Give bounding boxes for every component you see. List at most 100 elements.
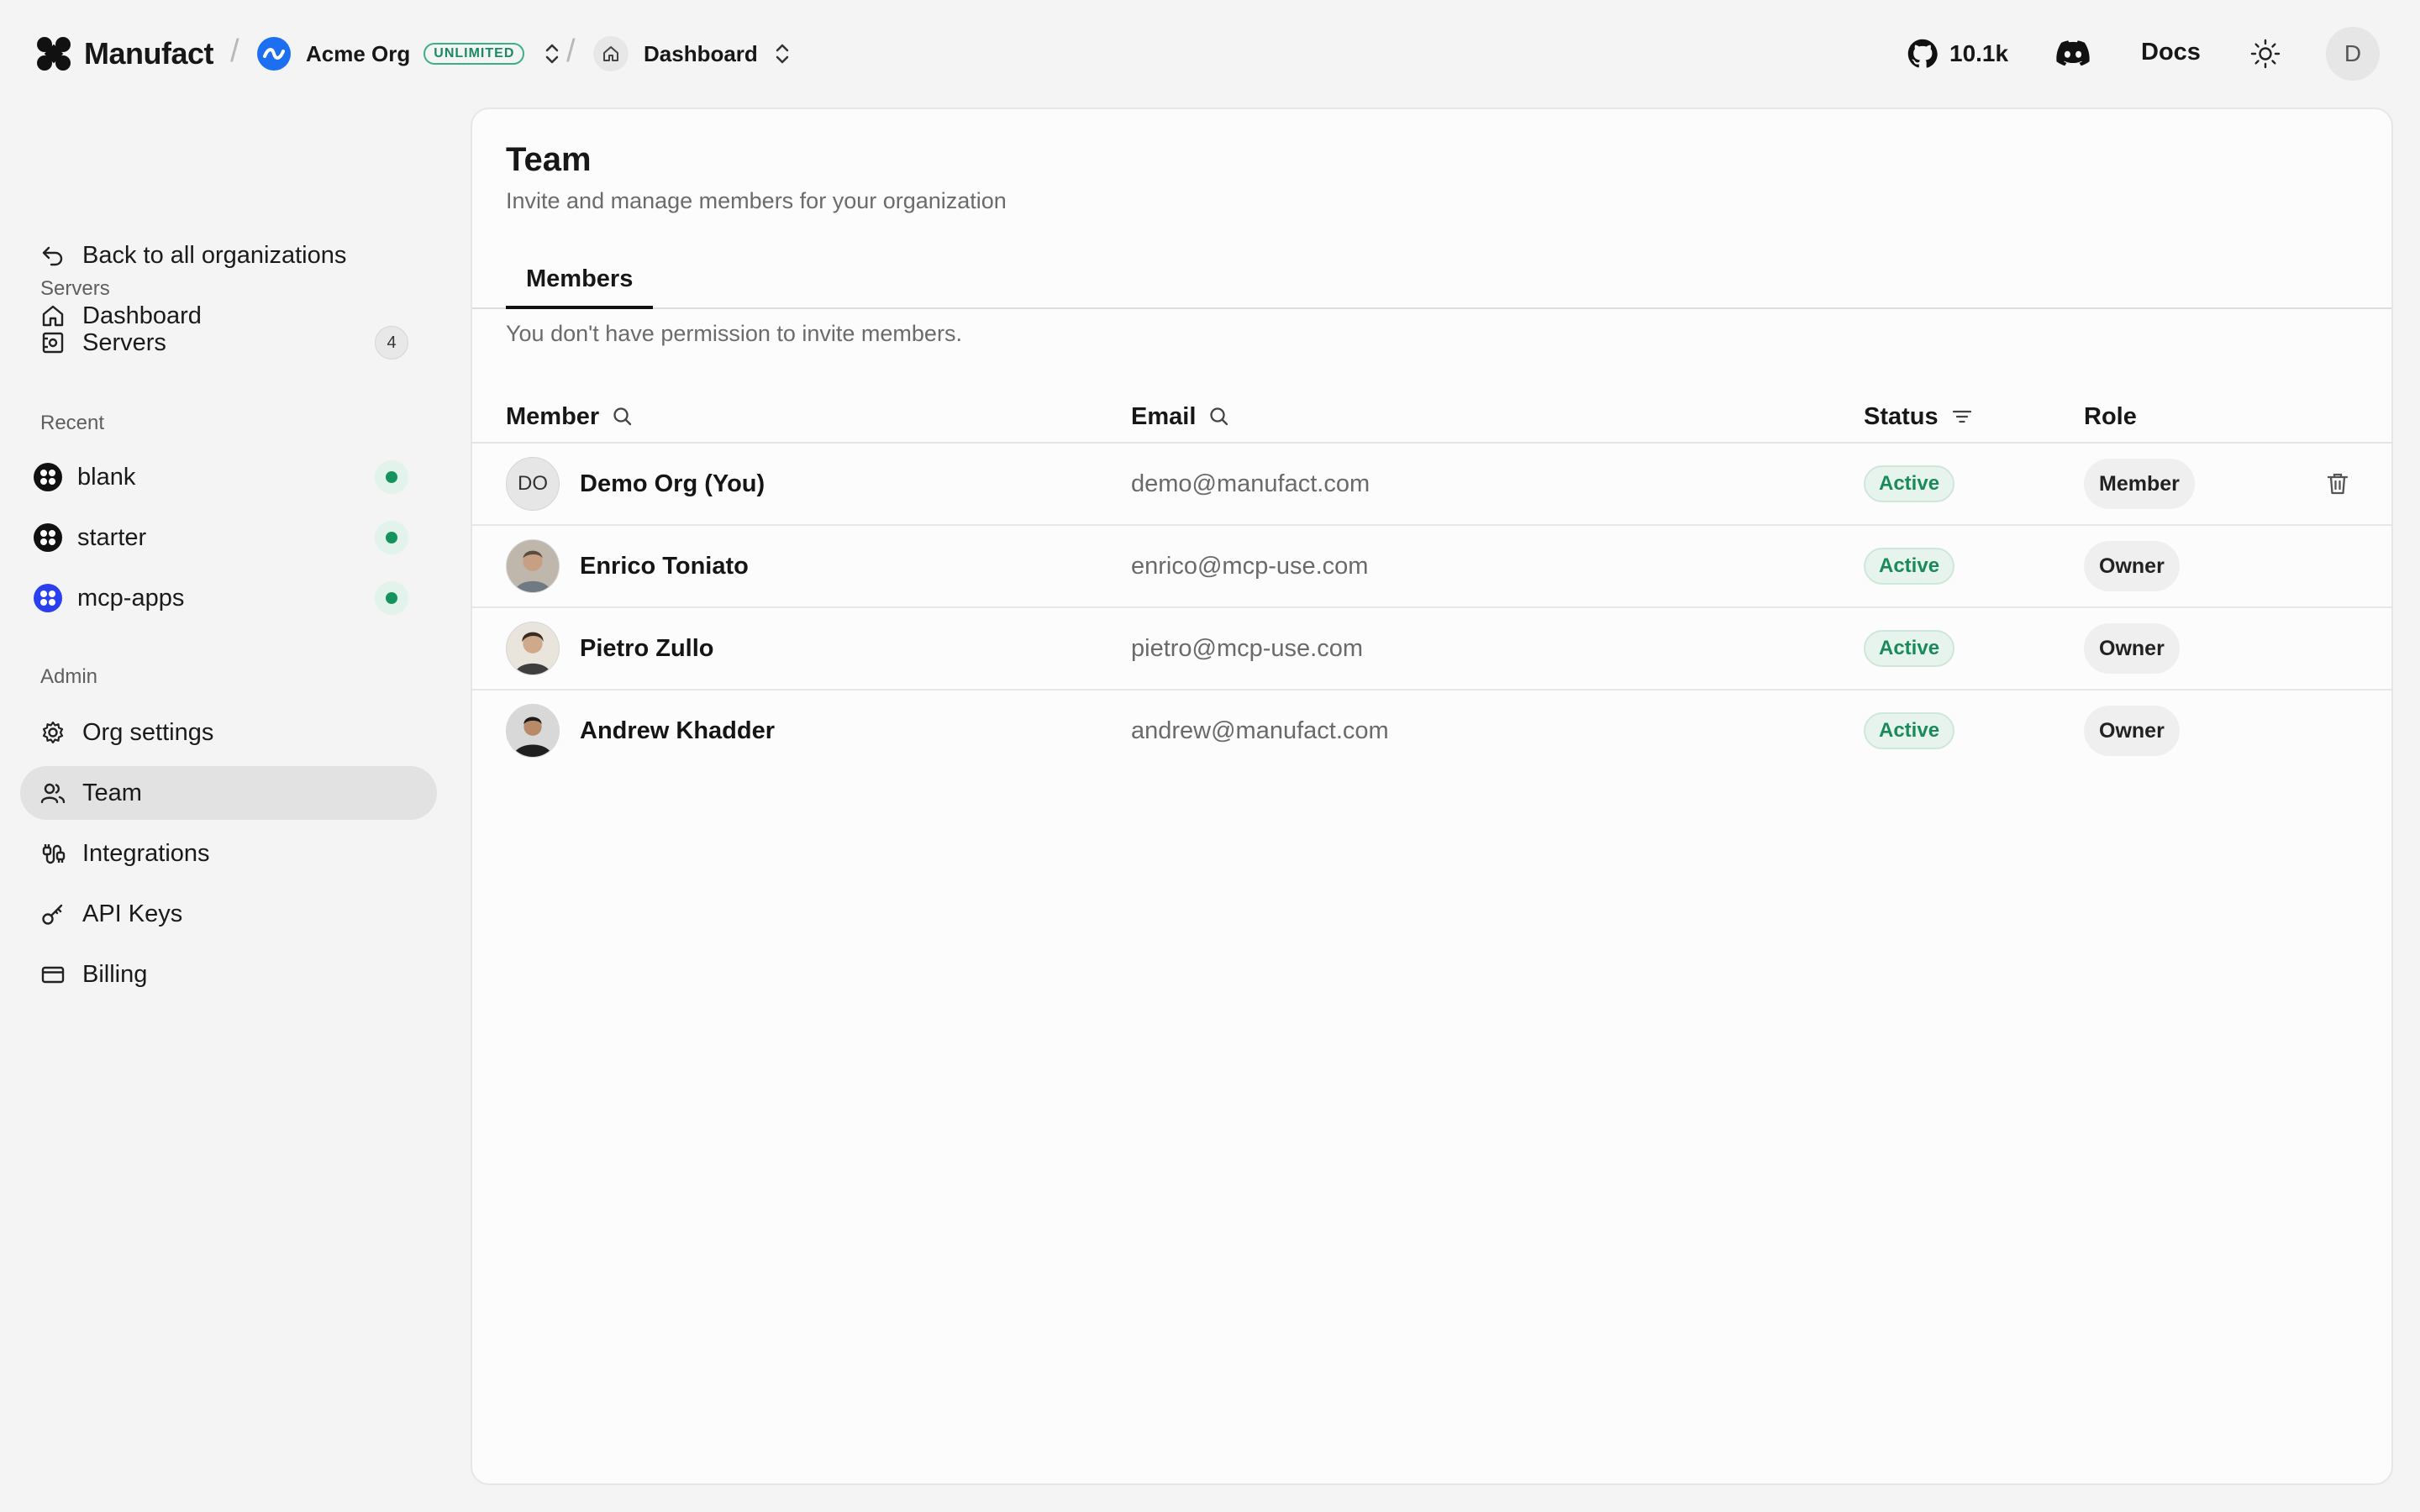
member-cell: Enrico Toniato bbox=[506, 526, 749, 606]
filter-icon[interactable] bbox=[1950, 405, 1974, 428]
tab-bar: Members bbox=[472, 252, 2391, 309]
page-subtitle: Invite and manage members for your organ… bbox=[506, 188, 1007, 213]
project-logo-icon bbox=[34, 523, 62, 552]
recent-project-starter[interactable]: starter bbox=[20, 511, 437, 564]
trash-icon[interactable] bbox=[2324, 470, 2351, 497]
nav-label: Integrations bbox=[82, 839, 210, 867]
nav-label: starter bbox=[77, 523, 147, 551]
table-row[interactable]: DO Demo Org (You) demo@manufact.com Acti… bbox=[472, 444, 2391, 526]
top-bar: Manufact / Acme Org UNLIMITED / Dashboar… bbox=[0, 0, 2420, 108]
tab-members[interactable]: Members bbox=[506, 252, 654, 309]
project-name: Dashboard bbox=[644, 40, 758, 66]
breadcrumb-separator: / bbox=[566, 34, 576, 69]
servers-count-badge: 4 bbox=[375, 326, 408, 360]
member-email: pietro@mcp-use.com bbox=[1131, 634, 1364, 662]
org-logo-icon bbox=[257, 37, 291, 71]
role-badge[interactable]: Member bbox=[2084, 459, 2195, 509]
member-email: enrico@mcp-use.com bbox=[1131, 552, 1369, 580]
recent-project-mcp-apps[interactable]: mcp-apps bbox=[20, 571, 437, 625]
brand-name: Manufact bbox=[84, 36, 214, 71]
column-header-status: Status bbox=[1864, 390, 1974, 444]
nav-label: mcp-apps bbox=[77, 584, 185, 612]
manufact-logo-icon bbox=[37, 37, 71, 71]
credit-card-icon bbox=[39, 960, 67, 989]
plug-icon bbox=[39, 839, 67, 868]
project-switcher[interactable]: Dashboard bbox=[593, 35, 792, 72]
page-title: Team bbox=[506, 141, 592, 178]
sidebar-item-api-keys[interactable]: API Keys bbox=[20, 887, 437, 941]
org-name: Acme Org bbox=[306, 40, 411, 66]
status-cell: Active bbox=[1864, 608, 1955, 689]
role-badge[interactable]: Owner bbox=[2084, 706, 2180, 756]
brand-logo[interactable]: Manufact bbox=[35, 34, 214, 74]
person-photo-icon bbox=[507, 540, 559, 592]
back-to-organizations-link[interactable]: Back to all organizations bbox=[20, 228, 437, 282]
table-row[interactable]: Enrico Toniato enrico@mcp-use.com Active… bbox=[472, 526, 2391, 608]
sun-icon[interactable] bbox=[2249, 37, 2282, 71]
search-icon[interactable] bbox=[1207, 405, 1231, 428]
role-cell: Owner bbox=[2084, 608, 2180, 689]
member-cell: Pietro Zullo bbox=[506, 608, 714, 689]
project-logo-icon bbox=[34, 463, 62, 491]
nav-label: Back to all organizations bbox=[82, 241, 347, 269]
github-link[interactable]: 10.1k bbox=[1907, 37, 2008, 71]
home-icon bbox=[593, 36, 629, 71]
undo-arrow-icon bbox=[39, 241, 67, 270]
member-cell: Andrew Khadder bbox=[506, 690, 775, 771]
users-icon bbox=[39, 779, 67, 807]
sidebar-item-team[interactable]: Team bbox=[20, 766, 437, 820]
sidebar-item-org-settings[interactable]: Org settings bbox=[20, 706, 437, 759]
email-cell: enrico@mcp-use.com bbox=[1131, 526, 1368, 606]
role-badge[interactable]: Owner bbox=[2084, 623, 2180, 674]
online-status-dot bbox=[375, 521, 408, 554]
status-badge: Active bbox=[1864, 548, 1955, 585]
recent-project-blank[interactable]: blank bbox=[20, 450, 437, 504]
nav-label: Billing bbox=[82, 960, 148, 988]
main-panel: Team Invite and manage members for your … bbox=[471, 108, 2393, 1485]
status-cell: Active bbox=[1864, 526, 1955, 606]
discord-icon[interactable] bbox=[2056, 39, 2090, 69]
chevron-up-down-icon[interactable] bbox=[543, 41, 561, 66]
status-badge: Active bbox=[1864, 465, 1955, 502]
member-name: Enrico Toniato bbox=[580, 552, 749, 580]
section-label-admin: Admin bbox=[40, 665, 98, 688]
nav-label: Servers bbox=[82, 328, 166, 356]
github-stars-count: 10.1k bbox=[1949, 40, 2009, 66]
server-icon bbox=[39, 328, 67, 357]
section-label-recent: Recent bbox=[40, 412, 105, 434]
member-email: andrew@manufact.com bbox=[1131, 717, 1389, 744]
table-header: Member Email Status Role bbox=[472, 390, 2391, 444]
user-avatar[interactable]: D bbox=[2326, 27, 2380, 81]
permission-notice: You don't have permission to invite memb… bbox=[506, 321, 962, 346]
table-row[interactable]: Andrew Khadder andrew@manufact.com Activ… bbox=[472, 690, 2391, 773]
sidebar: Back to all organizations Dashboard Serv… bbox=[0, 108, 471, 1512]
chevron-up-down-icon[interactable] bbox=[773, 41, 792, 66]
status-cell: Active bbox=[1864, 444, 1955, 524]
avatar bbox=[506, 622, 560, 675]
column-label: Status bbox=[1864, 402, 1939, 430]
person-photo-icon bbox=[507, 705, 559, 757]
role-badge[interactable]: Owner bbox=[2084, 541, 2180, 591]
column-label: Role bbox=[2084, 402, 2137, 430]
org-switcher[interactable]: Acme Org UNLIMITED bbox=[257, 35, 561, 72]
member-cell: DO Demo Org (You) bbox=[506, 444, 765, 524]
column-label: Member bbox=[506, 402, 600, 430]
search-icon[interactable] bbox=[611, 405, 634, 428]
role-cell: Owner bbox=[2084, 690, 2180, 771]
column-header-email: Email bbox=[1131, 390, 1231, 444]
table-row[interactable]: Pietro Zullo pietro@mcp-use.com Active O… bbox=[472, 608, 2391, 690]
key-icon bbox=[39, 900, 67, 928]
nav-label: blank bbox=[77, 463, 136, 491]
online-status-dot bbox=[375, 581, 408, 615]
avatar bbox=[506, 539, 560, 593]
member-name: Andrew Khadder bbox=[580, 717, 776, 744]
sidebar-item-integrations[interactable]: Integrations bbox=[20, 827, 437, 880]
docs-link[interactable]: Docs bbox=[2141, 39, 2201, 66]
gear-icon bbox=[39, 718, 67, 747]
sidebar-item-billing[interactable]: Billing bbox=[20, 948, 437, 1001]
plan-badge: UNLIMITED bbox=[424, 43, 525, 65]
avatar: DO bbox=[506, 457, 560, 511]
sidebar-item-servers[interactable]: Servers 4 bbox=[20, 316, 437, 370]
status-badge: Active bbox=[1864, 630, 1955, 667]
nav-label: Org settings bbox=[82, 718, 214, 746]
